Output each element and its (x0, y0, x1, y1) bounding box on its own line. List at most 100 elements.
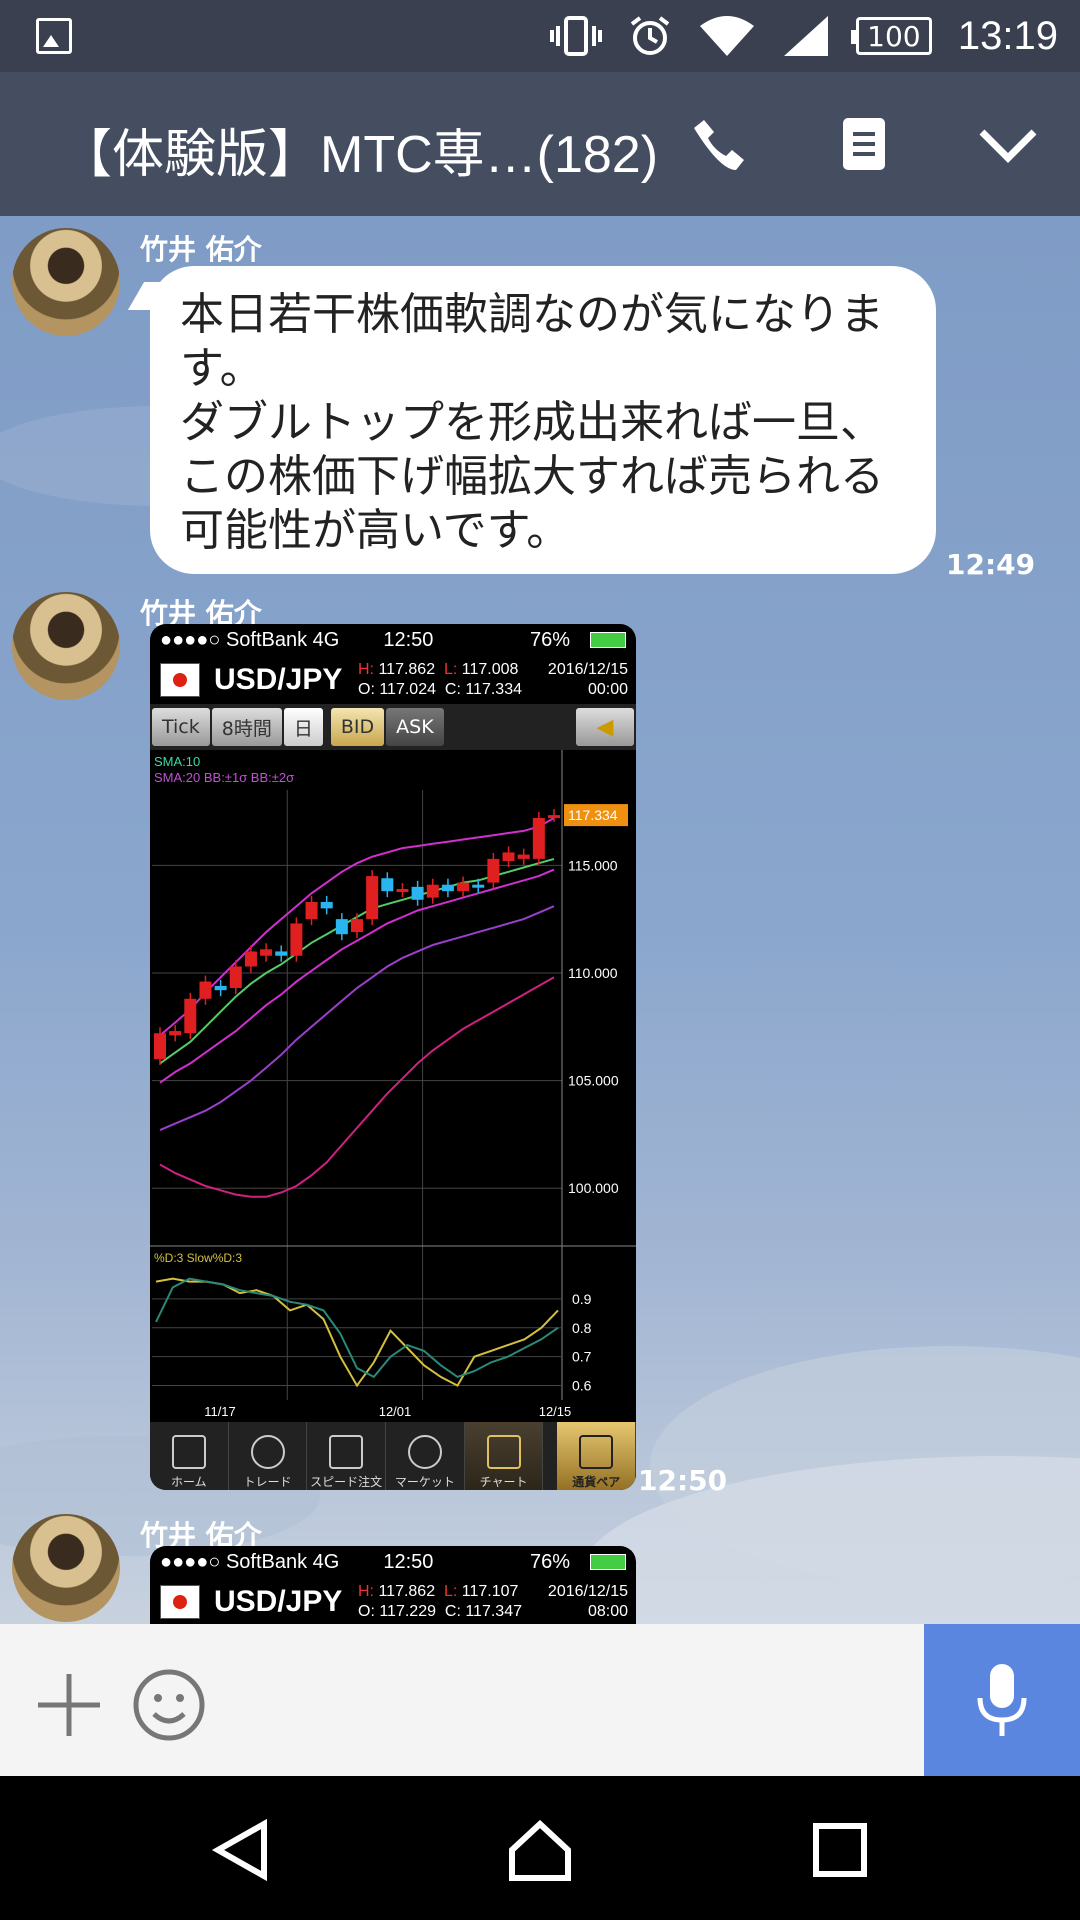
image-message[interactable]: ●●●●○ SoftBank 4G 12:50 76% USD/JPY H: 1… (150, 624, 636, 1490)
tab-home[interactable]: ホーム (150, 1422, 229, 1490)
ohlc-values: H: 117.862 L: 117.107 O: 117.229 C: 117.… (358, 1583, 522, 1620)
x-tick-label: 11/17 (204, 1404, 236, 1419)
back-arrow-icon[interactable]: ◀ (576, 708, 634, 746)
price-tick-label: 115.000 (568, 857, 618, 873)
battery-indicator: 100 (850, 17, 932, 55)
message-bubble[interactable]: 本日若干株価軟調なのが気になります。 ダブルトップを形成出来れば一旦、 この株価… (150, 266, 936, 574)
plus-icon[interactable] (34, 1670, 104, 1740)
chevron-down-icon[interactable] (976, 112, 1040, 176)
candle (426, 884, 439, 898)
candle (184, 998, 197, 1034)
tab-chart[interactable]: チャート (464, 1422, 544, 1490)
avatar[interactable] (12, 592, 120, 700)
candle (275, 951, 288, 956)
legend-sma20-bb: SMA:20 BB:±1σ BB:±2σ (154, 770, 294, 785)
candle (351, 919, 363, 933)
status-time: 13:19 (957, 13, 1058, 58)
candle (320, 901, 333, 909)
alarm-icon (630, 16, 670, 55)
chat-header: 【体験版】MTC専…(182) (0, 72, 1080, 216)
screenshot-clock: 12:50 (383, 628, 434, 651)
candle (502, 852, 515, 862)
pair-row: USD/JPY H: 117.862 L: 117.107 O: 117.229… (150, 1578, 636, 1624)
vibrate-icon (549, 16, 602, 56)
price-tick-label: 105.000 (568, 1073, 619, 1089)
price-tick-label: 110.000 (568, 965, 618, 981)
candle (305, 901, 318, 920)
screenshot-status-bar: ●●●●○ SoftBank 4G 12:50 76% (150, 624, 636, 656)
tab-trade[interactable]: トレード (229, 1422, 308, 1490)
indicator-line (159, 976, 555, 1198)
gallery-notification-icon (36, 18, 72, 54)
home-icon[interactable] (508, 1818, 572, 1882)
candle (411, 886, 424, 900)
candle (457, 882, 470, 892)
candle (260, 949, 273, 956)
candle (290, 923, 303, 956)
avatar[interactable] (12, 228, 120, 336)
message-time: 12:50 (638, 1464, 728, 1497)
chat-area[interactable]: 竹井 佑介 本日若干株価軟調なのが気になります。 ダブルトップを形成出来れば一旦… (0, 216, 1080, 1624)
candle (229, 966, 242, 989)
candle (214, 985, 227, 991)
screenshot-status-bar: ●●●●○ SoftBank 4G 12:50 76% (150, 1546, 636, 1578)
candle (487, 858, 500, 883)
chart-icon (486, 1435, 521, 1469)
status-bar: 100 13:19 (0, 0, 1080, 72)
ask-button[interactable]: ASK (386, 708, 444, 746)
image-message[interactable]: ●●●●○ SoftBank 4G 12:50 76% USD/JPY H: 1… (150, 1546, 636, 1624)
grid-icon (171, 1435, 206, 1469)
signal-icon (783, 16, 828, 56)
legend-sma10: SMA:10 (154, 754, 200, 769)
candle (381, 878, 394, 892)
sender-name: 竹井 佑介 (140, 233, 262, 266)
tab-8h[interactable]: 8時間 (211, 708, 282, 746)
speed-icon (329, 1435, 364, 1469)
message-item: 竹井 佑介 本日若干株価軟調なのが気になります。 ダブルトップを形成出来れば一旦… (0, 216, 1080, 581)
current-price-label: 117.334 (568, 807, 618, 823)
candle (169, 1031, 182, 1036)
candle (199, 981, 212, 999)
candle (396, 889, 409, 893)
chart-toolbar: Tick 8時間 日 BID ASK ◀ (150, 704, 636, 750)
emoji-icon[interactable] (132, 1668, 206, 1742)
flag-icon (160, 1585, 200, 1619)
call-icon[interactable] (688, 112, 752, 176)
avatar[interactable] (12, 1514, 120, 1622)
tab-tick[interactable]: Tick (152, 708, 210, 746)
pair-row: USD/JPY H: 117.862 L: 117.008 O: 117.024… (150, 656, 636, 704)
chart-datetime: 2016/12/15 08:00 (547, 1583, 628, 1620)
osc-tick-label: 0.7 (572, 1349, 592, 1365)
chat-title[interactable]: 【体験版】MTC専…(182) (60, 112, 658, 187)
recents-icon[interactable] (808, 1818, 872, 1882)
screenshot-battery: 76% (529, 628, 570, 651)
notes-icon[interactable] (832, 112, 896, 176)
mic-button[interactable] (924, 1624, 1080, 1776)
x-tick-label: 12/15 (539, 1404, 572, 1419)
input-bar (0, 1624, 1080, 1776)
price-tick-label: 100.000 (568, 1180, 619, 1196)
message-time: 12:49 (946, 548, 1036, 581)
wifi-icon (699, 16, 754, 56)
osc-legend: %D:3 Slow%D:3 (154, 1251, 242, 1265)
ohlc-values: H: 117.862 L: 117.008 O: 117.024 C: 117.… (358, 661, 522, 698)
candle (532, 817, 545, 859)
candle (548, 815, 560, 819)
osc-tick-label: 0.6 (572, 1378, 592, 1394)
tab-day[interactable]: 日 (283, 708, 323, 746)
candle (441, 884, 454, 892)
battery-bar-icon (590, 1554, 626, 1570)
carrier-text: ●●●●○ SoftBank 4G (160, 628, 340, 651)
tab-speed-order[interactable]: スピード注文 (307, 1422, 387, 1490)
bid-button[interactable]: BID (330, 708, 385, 746)
candle (244, 951, 257, 967)
message-item: 竹井 佑介 ●●●●○ SoftBank 4G 12:50 76% USD/JP… (0, 1514, 1080, 1624)
indicator-line (159, 868, 555, 1084)
back-icon[interactable] (210, 1818, 274, 1882)
tab-currency-pair[interactable]: 通貨ペア (557, 1422, 636, 1490)
osc-tick-label: 0.8 (572, 1320, 592, 1336)
candle (472, 884, 485, 888)
tab-market[interactable]: マーケット (386, 1422, 465, 1490)
candle (335, 919, 348, 935)
message-item: 竹井 佑介 ●●●●○ SoftBank 4G 12:50 76% USD/JP… (0, 592, 1080, 1497)
